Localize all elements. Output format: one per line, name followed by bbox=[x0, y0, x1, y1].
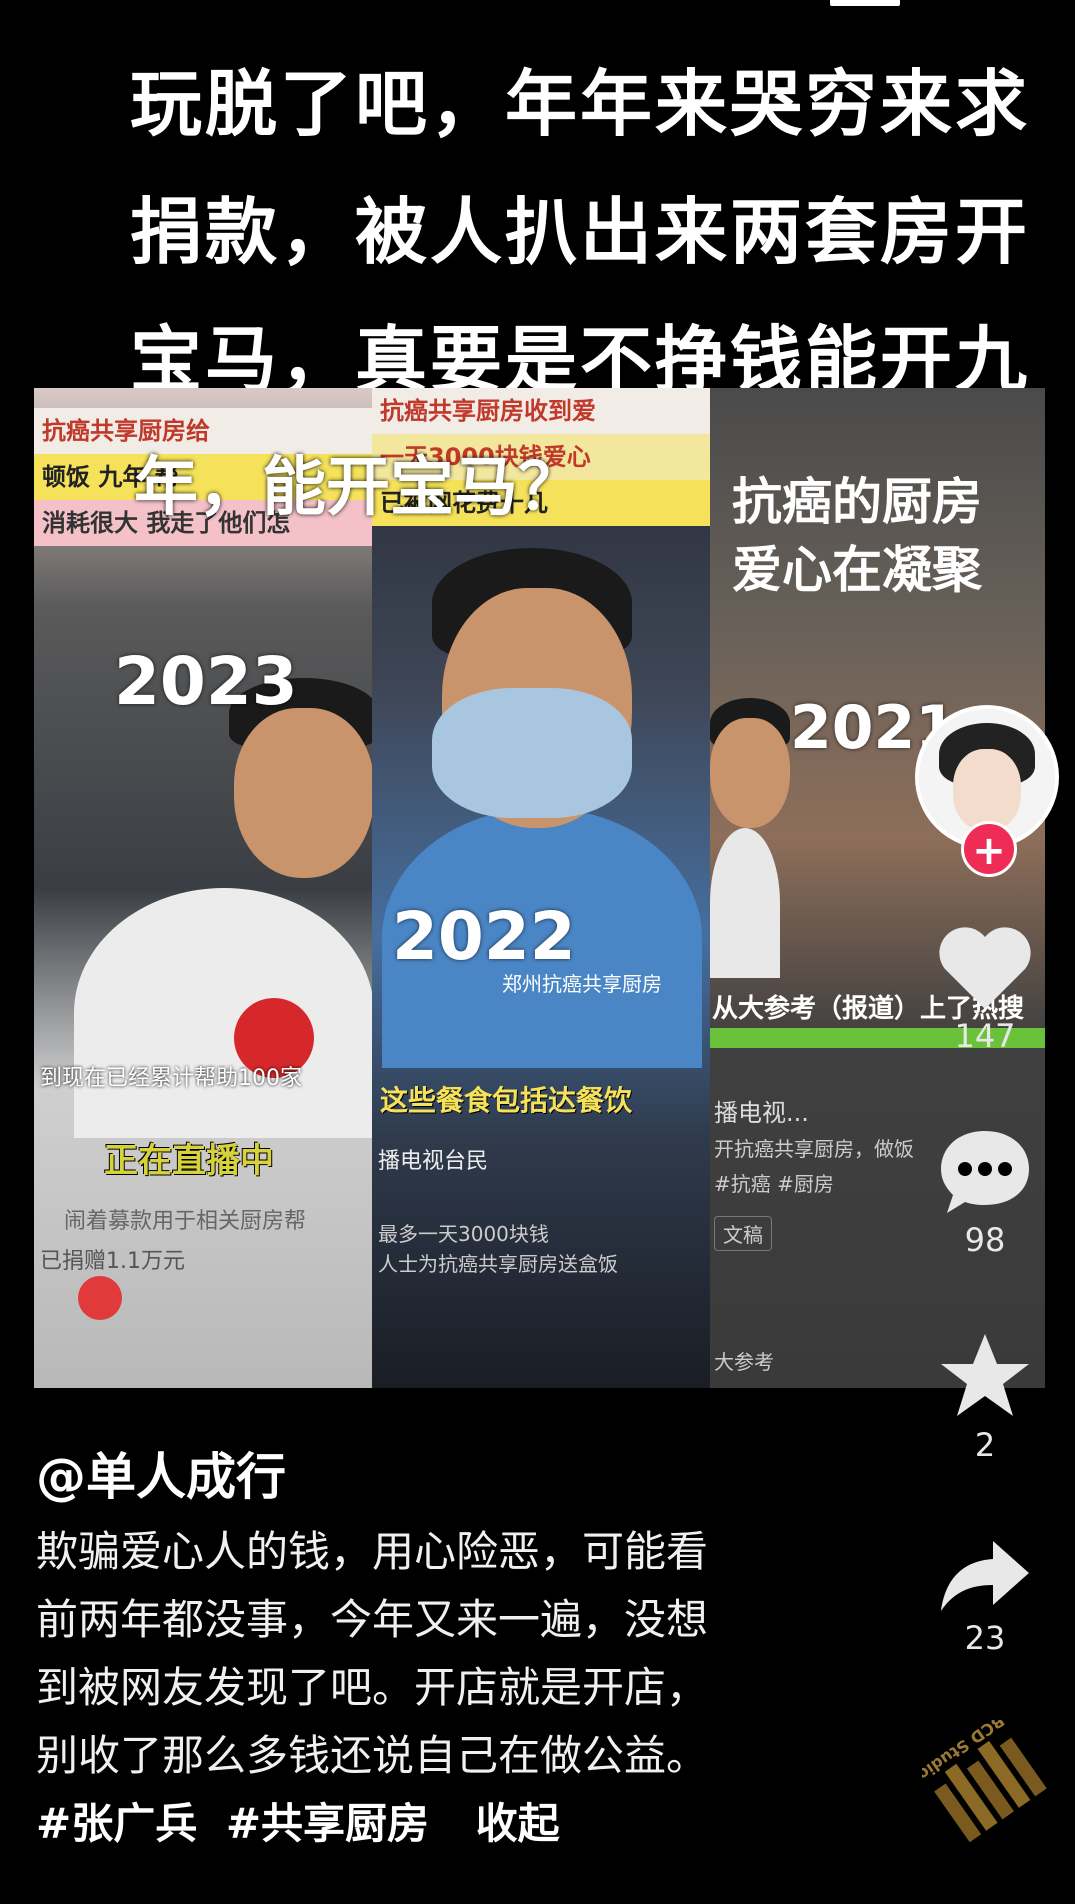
red-badge-icon bbox=[78, 1276, 122, 1320]
panel-subtext: 播电视... bbox=[714, 1099, 809, 1127]
collage-panel-2023: 抗癌共享厨房给 顿饭 九年 帮 消耗很大 我走了他们怎 2023 到现在已经累计… bbox=[34, 388, 372, 1388]
panel-title: 抗癌的厨房 爱心在凝聚 bbox=[732, 468, 982, 604]
description-line: 到被网友发现了吧。开店就是开店， bbox=[36, 1663, 709, 1712]
live-label: 正在直播中 bbox=[104, 1141, 274, 1181]
description-line: 前两年都没事，今年又来一遍，没想 bbox=[36, 1595, 709, 1644]
video-frame[interactable]: 抗癌共享厨房给 顿饭 九年 帮 消耗很大 我走了他们怎 2023 到现在已经累计… bbox=[34, 388, 1045, 1388]
comment-count: 98 bbox=[964, 1221, 1006, 1259]
overlay-caption: 年，能开宝马？ bbox=[134, 451, 582, 525]
description-line: 别收了那么多钱还说自己在做公益。 bbox=[36, 1731, 709, 1780]
panel-title-line: 爱心在凝聚 bbox=[732, 541, 982, 599]
description-line: 欺骗爱心人的钱，用心险恶，可能看 bbox=[36, 1527, 709, 1576]
video-headline: 玩脱了吧，年年来哭穷来求 捐款，被人扒出来两套房开 宝马，真要是不挣钱能开九 bbox=[130, 40, 1031, 424]
year-label: 2022 bbox=[392, 898, 576, 975]
panel-subtext: 大参考 bbox=[714, 1350, 774, 1374]
author-name[interactable]: @单人成行 bbox=[36, 1437, 286, 1509]
panel-subtext: 文稿 bbox=[714, 1216, 772, 1251]
panel-subtext: 播电视台民 bbox=[378, 1149, 489, 1174]
collage-panel-2022: 抗癌共享厨房收到爱 一天3000块钱爱心 已被网花费十几 2022 郑州抗癌共享… bbox=[372, 388, 710, 1388]
panel-caption: 这些餐食包括达餐饮 bbox=[380, 1084, 633, 1117]
panel-caption: 到现在已经累计帮助100家 bbox=[40, 1066, 302, 1091]
heart-icon bbox=[939, 927, 1031, 1009]
share-button[interactable]: 23 bbox=[915, 1535, 1055, 1657]
star-icon bbox=[941, 1334, 1029, 1416]
panel-subtext: 人士为抗癌共享厨房送盒饭 bbox=[378, 1252, 618, 1276]
panel-tag: 郑州抗癌共享厨房 bbox=[502, 972, 662, 996]
hashtag-link[interactable]: #共享厨房 bbox=[226, 1799, 429, 1848]
face-mask bbox=[432, 688, 632, 818]
comment-icon bbox=[941, 1131, 1029, 1213]
panel-subtext: 已捐赠1.1万元 bbox=[40, 1249, 185, 1274]
hashtag-row: #张广兵 #共享厨房 收起 bbox=[36, 1790, 560, 1851]
post-description: 欺骗爱心人的钱，用心险恶，可能看 前两年都没事，今年又来一遍，没想 到被网友发现… bbox=[36, 1518, 796, 1790]
like-count: 147 bbox=[954, 1017, 1016, 1055]
comment-button[interactable]: 98 bbox=[915, 1125, 1055, 1259]
panel-title-line: 抗癌的厨房 bbox=[732, 473, 982, 531]
studio-watermark-logo: BCD Studio bbox=[922, 1720, 1047, 1843]
favorite-button[interactable]: 2 bbox=[915, 1330, 1055, 1464]
favorite-count: 2 bbox=[974, 1426, 996, 1464]
share-arrow-icon bbox=[941, 1541, 1029, 1611]
panel-subtext: 闹着募款用于相关厨房帮 bbox=[64, 1209, 307, 1234]
headline-line: 捐款，被人扒出来两套房开 bbox=[130, 190, 1031, 274]
panel-subtext: 开抗癌共享厨房，做饭 bbox=[714, 1137, 914, 1161]
like-button[interactable]: 147 bbox=[915, 925, 1055, 1055]
share-count: 23 bbox=[964, 1619, 1006, 1657]
collapse-link[interactable]: 收起 bbox=[476, 1799, 560, 1848]
news-strip: 抗癌共享厨房收到爱 bbox=[372, 388, 710, 434]
headline-line: 玩脱了吧，年年来哭穷来求 bbox=[130, 62, 1031, 146]
hashtag-link[interactable]: #张广兵 bbox=[36, 1799, 197, 1848]
follow-button[interactable]: + bbox=[961, 821, 1017, 877]
year-label: 2023 bbox=[114, 643, 298, 720]
panel-subtext: #抗癌 #厨房 bbox=[714, 1172, 834, 1196]
panel-subtext: 最多一天3000块钱 bbox=[378, 1222, 549, 1246]
status-indicator bbox=[830, 0, 900, 6]
